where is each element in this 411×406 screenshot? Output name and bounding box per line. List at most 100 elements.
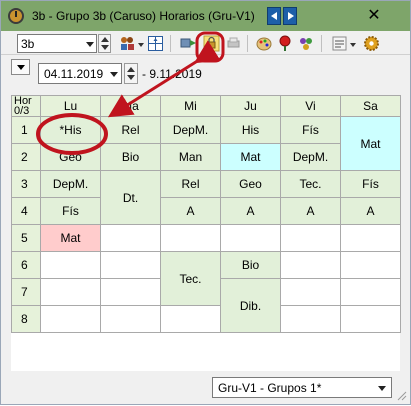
lesson-cell[interactable]: DepM. <box>40 170 101 198</box>
next-class-button[interactable] <box>283 7 297 25</box>
lesson-cell[interactable]: A <box>220 197 281 225</box>
window-title: 3b - Grupo 3b (Caruso) Horarios (Gru-V1) <box>32 9 255 23</box>
day-header-row: Hor 0/3 Lu Ma Mi Ju Vi Sa <box>11 95 401 117</box>
lesson-cell[interactable]: Bio <box>220 251 281 279</box>
lesson-cell[interactable]: Man <box>160 143 221 171</box>
toolbar-separator <box>170 35 171 52</box>
pin-icon[interactable] <box>277 35 294 52</box>
chevron-down-icon <box>86 42 94 47</box>
timetable-grid: Hor 0/3 Lu Ma Mi Ju Vi Sa 1 *His Rel Dep… <box>11 95 401 371</box>
lesson-cell[interactable]: Fís <box>280 116 341 144</box>
resize-grip-icon[interactable] <box>397 391 407 401</box>
lesson-cell[interactable]: His <box>220 116 281 144</box>
lesson-cell[interactable]: A <box>340 197 401 225</box>
period-label: 2 <box>11 143 41 171</box>
day-header-thursday[interactable]: Ju <box>220 95 281 117</box>
gear-icon[interactable] <box>363 35 380 52</box>
empty-cell[interactable] <box>100 224 161 252</box>
empty-cell[interactable] <box>340 305 401 333</box>
timetable-corner: Hor 0/3 <box>11 95 41 117</box>
timetable-window: 3b - Grupo 3b (Caruso) Horarios (Gru-V1)… <box>0 0 411 405</box>
lesson-cell[interactable]: Dt. <box>100 170 161 225</box>
date-spinner[interactable] <box>124 63 138 84</box>
empty-cell[interactable] <box>100 305 161 333</box>
clock-icon <box>8 8 24 24</box>
empty-cell[interactable] <box>160 305 221 333</box>
transfer-icon[interactable] <box>180 35 197 52</box>
lesson-cell[interactable]: Rel <box>160 170 221 198</box>
lesson-cell[interactable]: A <box>280 197 341 225</box>
lesson-cell[interactable]: Dib. <box>220 278 281 333</box>
teachers-dropdown-icon[interactable] <box>138 43 144 47</box>
timetable: Hor 0/3 Lu Ma Mi Ju Vi Sa 1 *His Rel Dep… <box>11 95 401 333</box>
lesson-cell[interactable]: DepM. <box>160 116 221 144</box>
empty-cell[interactable] <box>100 278 161 306</box>
empty-cell[interactable] <box>280 224 341 252</box>
empty-cell[interactable] <box>40 251 101 279</box>
close-button[interactable]: ✕ <box>362 6 386 26</box>
period-label: 3 <box>11 170 41 198</box>
period-label: 4 <box>11 197 41 225</box>
period-row: 3 DepM. Dt. Rel Geo Tec. Fís <box>11 170 401 225</box>
lesson-cell[interactable]: A <box>160 197 221 225</box>
empty-cell[interactable] <box>280 305 341 333</box>
title-bar[interactable]: 3b - Grupo 3b (Caruso) Horarios (Gru-V1)… <box>1 1 410 31</box>
group-select-value: Gru-V1 - Grupos 1* <box>218 381 322 395</box>
lesson-cell[interactable]: Tec. <box>280 170 341 198</box>
empty-cell[interactable] <box>40 305 101 333</box>
lesson-cell[interactable]: Tec. <box>160 251 221 306</box>
lesson-cell[interactable]: Fís <box>340 170 401 198</box>
period-row: 8 <box>11 305 401 333</box>
class-select-value: 3b <box>21 37 35 51</box>
day-header-saturday[interactable]: Sa <box>340 95 401 117</box>
lesson-cell[interactable]: Geo <box>40 143 101 171</box>
empty-cell[interactable] <box>100 251 161 279</box>
empty-cell[interactable] <box>340 251 401 279</box>
teachers-icon[interactable] <box>119 35 136 52</box>
period-label: 8 <box>11 305 41 333</box>
lesson-cell[interactable]: *His <box>40 116 101 144</box>
people-icon[interactable] <box>298 35 315 52</box>
lesson-cell[interactable]: Mat <box>40 224 101 252</box>
period-label: 7 <box>11 278 41 306</box>
day-header-tuesday[interactable]: Ma <box>100 95 161 117</box>
toolbar-separator <box>321 35 322 52</box>
lesson-cell[interactable]: Mat <box>340 116 401 171</box>
corner-label-bottom: 0/3 <box>14 105 30 117</box>
empty-cell[interactable] <box>280 278 341 306</box>
view-options-button[interactable] <box>11 59 30 75</box>
lesson-cell[interactable]: Rel <box>100 116 161 144</box>
empty-cell[interactable] <box>340 278 401 306</box>
day-header-monday[interactable]: Lu <box>40 95 101 117</box>
period-label: 5 <box>11 224 41 252</box>
settings-dropdown-icon[interactable] <box>350 43 356 47</box>
class-select[interactable]: 3b <box>17 34 97 53</box>
empty-cell[interactable] <box>160 224 221 252</box>
grid-icon[interactable] <box>147 35 164 52</box>
lesson-cell[interactable]: Geo <box>220 170 281 198</box>
previous-class-button[interactable] <box>267 7 281 25</box>
day-header-wednesday[interactable]: Mi <box>160 95 221 117</box>
start-date-field[interactable]: 04.11.2019 <box>38 63 122 84</box>
status-bar: Gru-V1 - Grupos 1* <box>1 373 410 404</box>
lesson-cell[interactable]: DepM. <box>280 143 341 171</box>
period-label: 6 <box>11 251 41 279</box>
empty-cell[interactable] <box>340 224 401 252</box>
lesson-cell[interactable]: Fís <box>40 197 101 225</box>
chevron-down-icon <box>378 386 386 391</box>
class-spinner[interactable] <box>98 34 111 53</box>
day-header-friday[interactable]: Vi <box>280 95 341 117</box>
lesson-cell[interactable]: Bio <box>100 143 161 171</box>
paint-icon[interactable] <box>256 35 273 52</box>
group-select[interactable]: Gru-V1 - Grupos 1* <box>212 377 392 398</box>
settings-icon[interactable] <box>331 35 348 52</box>
period-label: 1 <box>11 116 41 144</box>
lock-icon[interactable] <box>203 35 220 52</box>
toolbar: 3b <box>1 31 410 55</box>
empty-cell[interactable] <box>220 224 281 252</box>
empty-cell[interactable] <box>40 278 101 306</box>
print-icon[interactable] <box>225 35 242 52</box>
lesson-cell[interactable]: Mat <box>220 143 281 171</box>
period-row: 1 *His Rel DepM. His Fís Mat <box>11 116 401 171</box>
empty-cell[interactable] <box>280 251 341 279</box>
